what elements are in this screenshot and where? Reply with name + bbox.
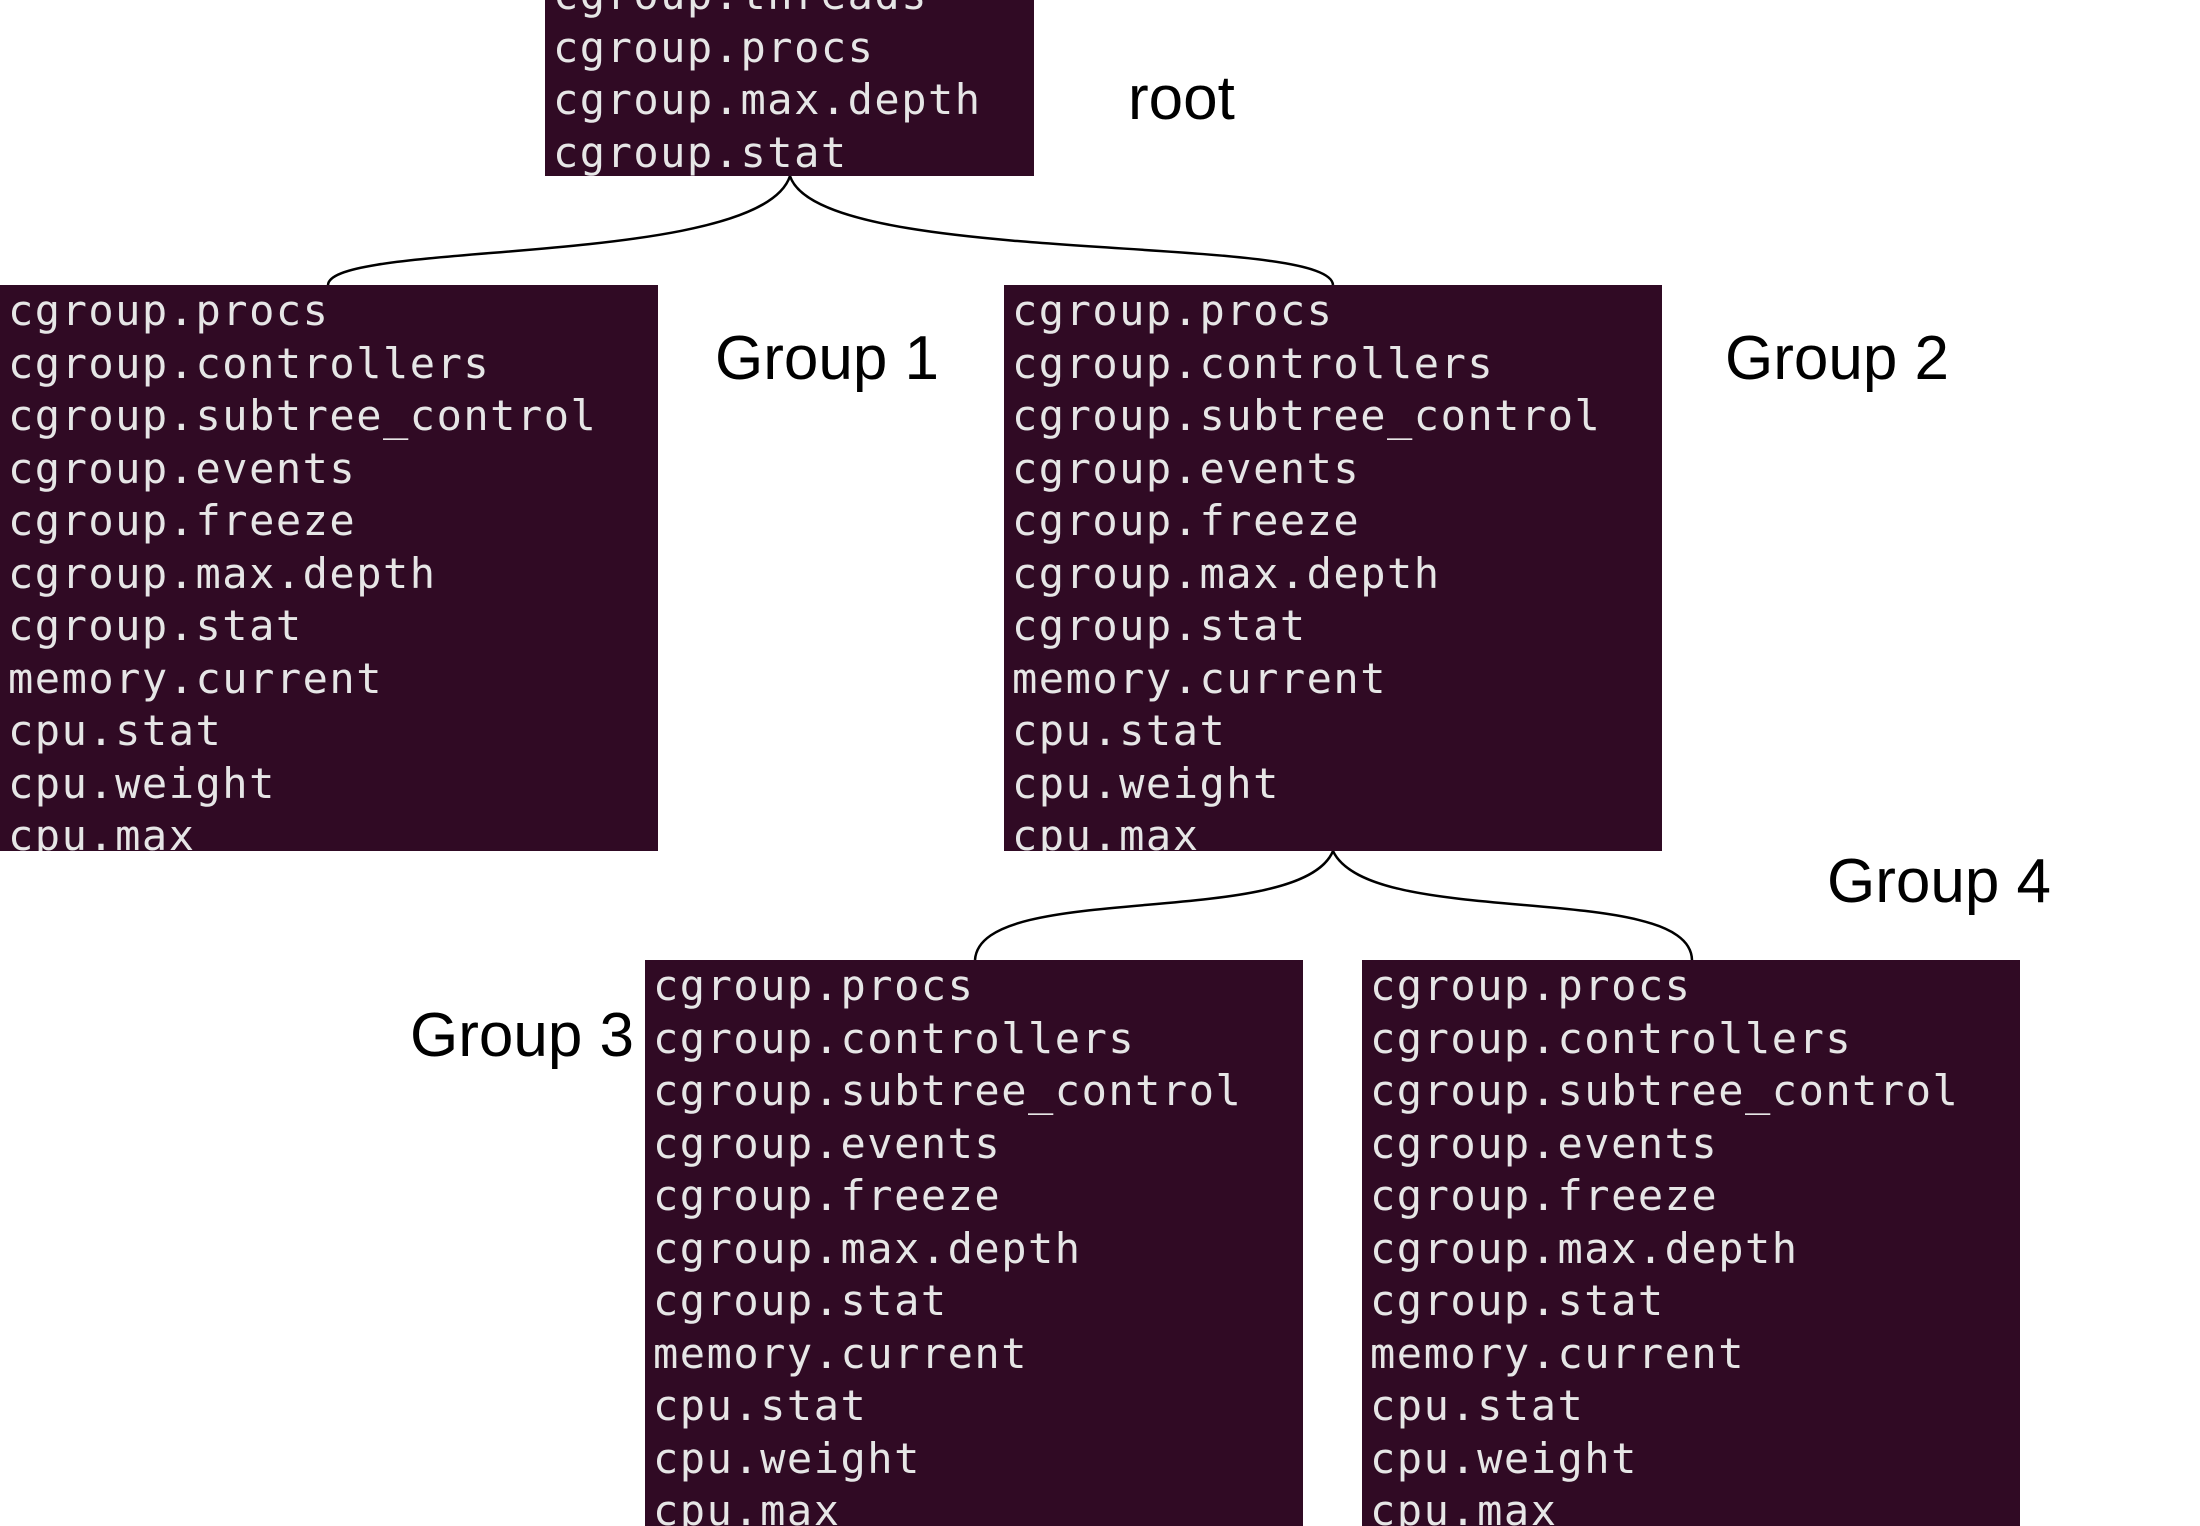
group4-file-line: cgroup.procs xyxy=(1370,961,1692,1010)
group4-file-line: cgroup.freeze xyxy=(1370,1171,1719,1220)
group4-file-line: cpu.weight xyxy=(1370,1433,1638,1483)
group2-file-line: cgroup.events xyxy=(1012,443,1361,493)
group1-file-line: cpu.max xyxy=(8,811,196,851)
group2-file-line: memory.current xyxy=(1012,653,1388,703)
group4-file-line: cpu.max xyxy=(1370,1486,1558,1526)
group1-file-line: cgroup.max.depth xyxy=(8,548,437,598)
group2-label: Group 2 xyxy=(1725,324,1950,393)
group4-file-line: cpu.stat xyxy=(1370,1381,1585,1430)
group3-file-line: cgroup.controllers xyxy=(653,1013,1136,1063)
group3-file-line: cgroup.stat xyxy=(653,1276,948,1325)
root-terminal-panel: cgroup.threads cgroup.procs cgroup.max.d… xyxy=(545,0,1034,176)
group1-label: Group 1 xyxy=(715,324,940,393)
group3-file-line: memory.current xyxy=(653,1328,1029,1378)
group4-file-line: cgroup.controllers xyxy=(1370,1013,1853,1063)
group2-file-line: cgroup.procs xyxy=(1012,286,1334,335)
group3-file-line: cgroup.subtree_control xyxy=(653,1066,1243,1115)
group2-file-line: cgroup.max.depth xyxy=(1012,548,1441,598)
group3-label: Group 3 xyxy=(410,1001,635,1070)
group2-terminal-panel: cgroup.procs cgroup.controllers cgroup.s… xyxy=(1004,285,1662,851)
group3-file-line: cpu.weight xyxy=(653,1433,921,1483)
group3-file-line: cgroup.max.depth xyxy=(653,1223,1082,1273)
group4-label: Group 4 xyxy=(1827,847,2052,916)
group1-file-line: cgroup.subtree_control xyxy=(8,391,598,440)
group2-file-line: cpu.stat xyxy=(1012,706,1227,755)
connector-root-to-group2 xyxy=(788,175,1335,286)
group1-terminal-panel: cgroup.procs cgroup.controllers cgroup.s… xyxy=(0,285,658,851)
group1-file-line: cgroup.controllers xyxy=(8,338,491,388)
group1-file-line: cpu.weight xyxy=(8,758,276,808)
connector-root-to-group1 xyxy=(326,175,792,286)
root-file-line: cgroup.threads xyxy=(553,0,1034,22)
group1-file-line: memory.current xyxy=(8,653,384,703)
group4-file-line: cgroup.max.depth xyxy=(1370,1223,1799,1273)
group2-file-line: cpu.max xyxy=(1012,811,1200,851)
cgroup-hierarchy-diagram: cgroup.threads cgroup.procs cgroup.max.d… xyxy=(0,0,2200,1526)
group4-file-line: cgroup.subtree_control xyxy=(1370,1066,1960,1115)
root-file-line: cgroup.stat xyxy=(553,127,848,177)
root-file-line: cgroup.max.depth xyxy=(553,75,982,124)
group1-file-line: cpu.stat xyxy=(8,706,223,755)
root-file-line: cgroup.procs xyxy=(553,22,875,72)
group3-file-line: cpu.max xyxy=(653,1486,841,1526)
group4-file-line: cgroup.stat xyxy=(1370,1276,1665,1325)
group2-file-line: cgroup.freeze xyxy=(1012,496,1361,545)
group4-file-line: memory.current xyxy=(1370,1328,1746,1378)
group2-file-line: cgroup.stat xyxy=(1012,601,1307,650)
group4-file-line: cgroup.events xyxy=(1370,1118,1719,1168)
group3-file-line: cgroup.freeze xyxy=(653,1171,1002,1220)
group2-file-line: cpu.weight xyxy=(1012,758,1280,808)
group3-file-line: cgroup.events xyxy=(653,1118,1002,1168)
group1-file-line: cgroup.procs xyxy=(8,286,330,335)
group1-file-line: cgroup.events xyxy=(8,443,357,493)
connector-group2-to-group4 xyxy=(1331,850,1694,961)
group4-terminal-panel: cgroup.procs cgroup.controllers cgroup.s… xyxy=(1362,960,2020,1526)
group3-file-line: cgroup.procs xyxy=(653,961,975,1010)
group3-terminal-panel: cgroup.procs cgroup.controllers cgroup.s… xyxy=(645,960,1303,1526)
connector-group2-to-group3 xyxy=(973,850,1335,961)
group1-file-line: cgroup.stat xyxy=(8,601,303,650)
root-label: root xyxy=(1128,64,1235,133)
group2-file-line: cgroup.subtree_control xyxy=(1012,391,1602,440)
group2-file-line: cgroup.controllers xyxy=(1012,338,1495,388)
group1-file-line: cgroup.freeze xyxy=(8,496,357,545)
group3-file-line: cpu.stat xyxy=(653,1381,868,1430)
